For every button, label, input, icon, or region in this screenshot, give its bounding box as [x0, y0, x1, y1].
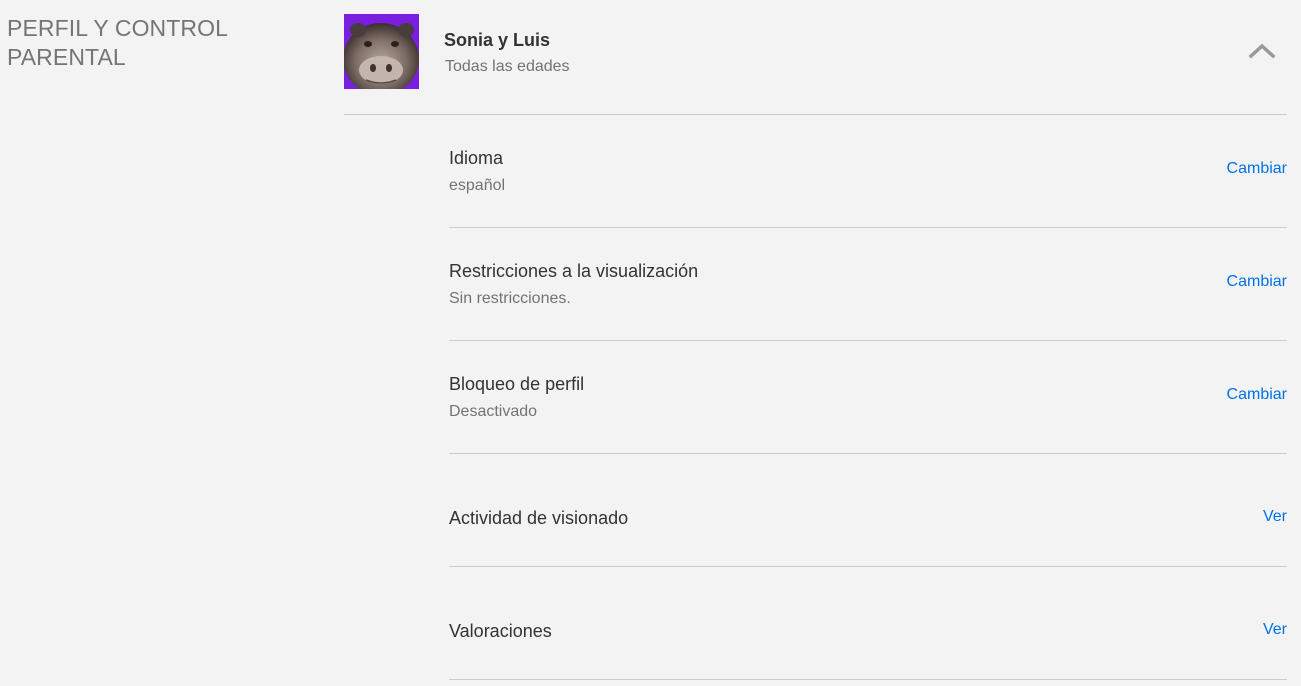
- setting-row-language: Idioma español Cambiar: [449, 115, 1287, 228]
- setting-title: Valoraciones: [449, 621, 552, 641]
- view-ratings-link[interactable]: Ver: [1263, 621, 1287, 639]
- change-language-link[interactable]: Cambiar: [1227, 160, 1287, 178]
- setting-title: Bloqueo de perfil: [449, 374, 585, 394]
- hippo-avatar-icon: [344, 14, 419, 89]
- chevron-up-icon[interactable]: [1247, 38, 1277, 62]
- setting-title: Actividad de visionado: [449, 508, 629, 528]
- setting-row-profile-lock: Bloqueo de perfil Desactivado Cambiar: [449, 341, 1287, 454]
- change-restrictions-link[interactable]: Cambiar: [1227, 273, 1287, 291]
- profile-name: Sonia y Luis: [444, 30, 551, 50]
- setting-row-viewing-restrictions: Restricciones a la visualización Sin res…: [449, 228, 1287, 341]
- setting-value: Desactivado: [449, 403, 538, 420]
- setting-title: Idioma: [449, 148, 504, 168]
- view-activity-link[interactable]: Ver: [1263, 508, 1287, 526]
- setting-value: Sin restricciones.: [449, 290, 571, 307]
- setting-row-ratings: Valoraciones Ver: [449, 567, 1287, 680]
- account-page: PERFIL Y CONTROL PARENTAL Sonia y Luis T…: [0, 0, 1301, 686]
- profile-settings-list: Idioma español Cambiar Restricciones a l…: [449, 115, 1287, 680]
- section-title: PERFIL Y CONTROL PARENTAL: [7, 15, 228, 70]
- setting-row-viewing-activity: Actividad de visionado Ver: [449, 454, 1287, 567]
- setting-value: español: [449, 177, 506, 194]
- profile-maturity: Todas las edades: [445, 58, 570, 75]
- profile-header[interactable]: Sonia y Luis Todas las edades: [344, 14, 1287, 89]
- setting-title: Restricciones a la visualización: [449, 261, 699, 281]
- change-profile-lock-link[interactable]: Cambiar: [1227, 386, 1287, 404]
